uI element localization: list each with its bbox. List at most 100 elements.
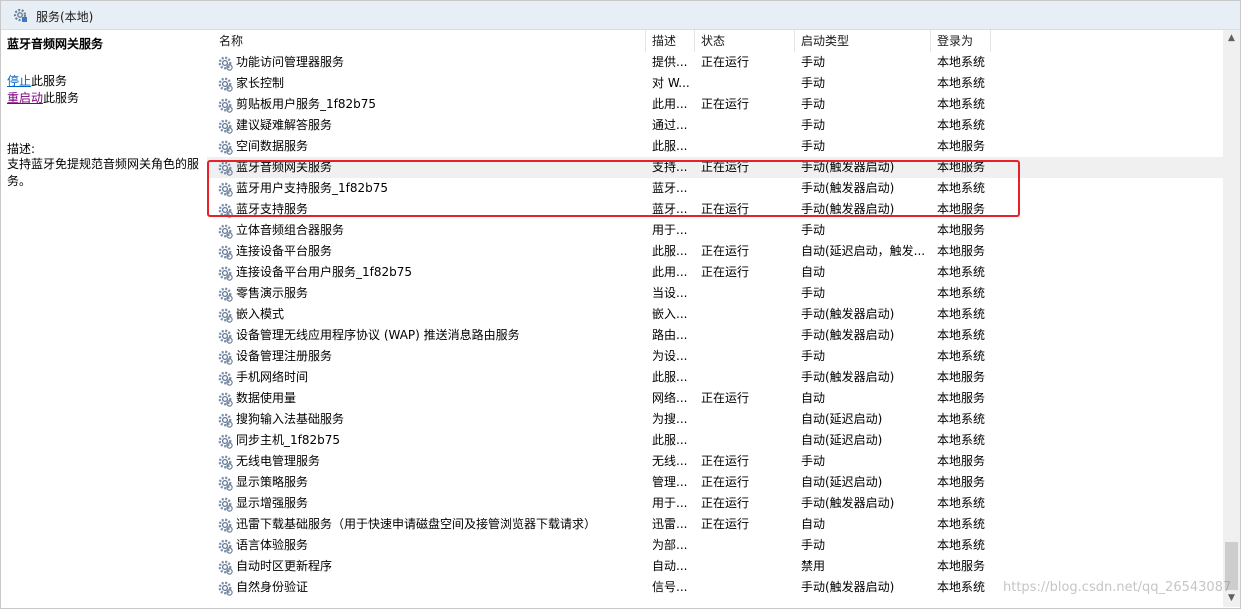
service-logon-as: 本地系统 [937, 517, 986, 531]
table-row[interactable]: 家长控制 对 W... 手动 本地系统 [207, 73, 1223, 94]
service-status: 正在运行 [701, 454, 750, 468]
service-status [701, 577, 793, 598]
service-logon-as: 本地系统 [937, 328, 986, 342]
service-description-cell: 迅雷... [652, 517, 688, 531]
stop-action: 停止此服务 [7, 72, 67, 89]
service-logon-as: 本地系统 [937, 412, 986, 426]
scroll-up-arrow-icon[interactable]: ▲ [1223, 30, 1240, 47]
column-header-logon-as[interactable]: 登录为 [931, 30, 991, 52]
service-logon-as: 本地系统 [937, 181, 986, 195]
table-row[interactable]: 连接设备平台服务 此服... 正在运行 自动(延迟启动，触发... 本地服务 [207, 241, 1223, 262]
table-row[interactable]: 嵌入模式 嵌入... 手动(触发器启动) 本地系统 [207, 304, 1223, 325]
table-row[interactable]: 手机网络时间 此服... 手动(触发器启动) 本地服务 [207, 367, 1223, 388]
service-gear-icon [217, 475, 233, 491]
service-gear-icon [217, 433, 233, 449]
service-description-cell: 支持... [652, 160, 688, 174]
service-status [701, 430, 793, 451]
service-status: 正在运行 [701, 475, 750, 489]
service-logon-as: 本地系统 [937, 97, 986, 111]
service-name: 自动时区更新程序 [236, 559, 333, 573]
service-logon-as: 本地系统 [937, 580, 986, 594]
service-gear-icon [217, 160, 233, 176]
service-startup-type: 手动(触发器启动) [801, 580, 895, 594]
service-status: 正在运行 [701, 244, 750, 258]
service-startup-type: 手动 [801, 349, 826, 363]
service-status: 正在运行 [701, 391, 750, 405]
selected-service-name: 蓝牙音频网关服务 [7, 37, 104, 51]
table-row[interactable]: 语言体验服务 为部... 手动 本地系统 [207, 535, 1223, 556]
service-description-cell: 用于... [652, 223, 688, 237]
table-row[interactable]: 数据使用量 网络... 正在运行 自动 本地服务 [207, 388, 1223, 409]
service-status: 正在运行 [701, 97, 750, 111]
table-row[interactable]: 空间数据服务 此服... 手动 本地服务 [207, 136, 1223, 157]
service-logon-as: 本地服务 [937, 454, 986, 468]
service-startup-type: 自动(延迟启动) [801, 475, 883, 489]
column-header-description[interactable]: 描述 [646, 30, 695, 52]
table-row[interactable]: 功能访问管理器服务 提供... 正在运行 手动 本地系统 [207, 52, 1223, 73]
service-startup-type: 手动 [801, 55, 826, 69]
service-name: 蓝牙音频网关服务 [236, 160, 333, 174]
services-list[interactable]: 名称 ^ 描述 状态 启动类型 登录为 功能访问管理器服务 提供... 正在运行 手动… [207, 30, 1223, 607]
table-row[interactable]: 连接设备平台用户服务_1f82b75 此用... 正在运行 自动 本地系统 [207, 262, 1223, 283]
service-description-cell: 管理... [652, 475, 688, 489]
service-status: 正在运行 [701, 55, 750, 69]
service-name: 空间数据服务 [236, 139, 309, 153]
column-header-startup-type[interactable]: 启动类型 [795, 30, 931, 52]
service-gear-icon [217, 538, 233, 554]
table-row[interactable]: 无线电管理服务 无线... 正在运行 手动 本地服务 [207, 451, 1223, 472]
service-logon-as: 本地系统 [937, 55, 986, 69]
service-status [701, 136, 793, 157]
service-startup-type: 手动 [801, 286, 826, 300]
service-gear-icon [217, 517, 233, 533]
service-name: 蓝牙支持服务 [236, 202, 309, 216]
table-row[interactable]: 蓝牙音频网关服务 支持... 正在运行 手动(触发器启动) 本地服务 [207, 157, 1223, 178]
table-row[interactable]: 立体音频组合器服务 用于... 手动 本地服务 [207, 220, 1223, 241]
column-header-description-label: 描述 [652, 34, 677, 48]
table-row[interactable]: 设备管理无线应用程序协议 (WAP) 推送消息路由服务 路由... 手动(触发器启动… [207, 325, 1223, 346]
service-status: 正在运行 [701, 265, 750, 279]
service-logon-as: 本地服务 [937, 475, 986, 489]
table-row[interactable]: 建议疑难解答服务 通过... 手动 本地系统 [207, 115, 1223, 136]
table-row[interactable]: 蓝牙支持服务 蓝牙... 正在运行 手动(触发器启动) 本地服务 [207, 199, 1223, 220]
service-gear-icon [217, 496, 233, 512]
service-logon-as: 本地服务 [937, 391, 986, 405]
service-name: 嵌入模式 [236, 307, 285, 321]
restart-service-link[interactable]: 重启动 [7, 91, 43, 105]
service-gear-icon [217, 139, 233, 155]
service-startup-type: 自动(延迟启动) [801, 433, 883, 447]
table-row[interactable]: 显示策略服务 管理... 正在运行 自动(延迟启动) 本地服务 [207, 472, 1223, 493]
table-row[interactable]: 搜狗输入法基础服务 为搜... 自动(延迟启动) 本地系统 [207, 409, 1223, 430]
table-row[interactable]: 蓝牙用户支持服务_1f82b75 蓝牙... 手动(触发器启动) 本地系统 [207, 178, 1223, 199]
service-gear-icon [217, 55, 233, 71]
restart-suffix: 此服务 [43, 91, 80, 105]
service-name: 搜狗输入法基础服务 [236, 412, 345, 426]
service-startup-type: 手动 [801, 139, 826, 153]
sort-ascending-icon: ^ [425, 30, 435, 37]
column-header-logon-label: 登录为 [937, 34, 974, 48]
stop-service-link[interactable]: 停止 [7, 74, 31, 88]
service-startup-type: 手动(触发器启动) [801, 181, 895, 195]
service-gear-icon [217, 202, 233, 218]
watermark: https://blog.csdn.net/qq_26543087 [1003, 580, 1232, 595]
table-row[interactable]: 同步主机_1f82b75 此服... 自动(延迟启动) 本地系统 [207, 430, 1223, 451]
table-row[interactable]: 迅雷下载基础服务（用于快速申请磁盘空间及接管浏览器下载请求） 迅雷... 正在运行 自… [207, 514, 1223, 535]
vertical-scrollbar[interactable]: ▲ ▼ [1223, 30, 1240, 607]
column-header-status[interactable]: 状态 [695, 30, 795, 52]
table-row[interactable]: 设备管理注册服务 为设... 手动 本地系统 [207, 346, 1223, 367]
table-row[interactable]: 自动时区更新程序 自动... 禁用 本地服务 [207, 556, 1223, 577]
service-status [701, 367, 793, 388]
service-logon-as: 本地服务 [937, 202, 986, 216]
restart-action: 重启动此服务 [7, 89, 79, 106]
service-logon-as: 本地服务 [937, 370, 986, 384]
table-row[interactable]: 零售演示服务 当设... 手动 本地系统 [207, 283, 1223, 304]
table-row[interactable]: 显示增强服务 用于... 正在运行 手动(触发器启动) 本地系统 [207, 493, 1223, 514]
service-name: 蓝牙用户支持服务_1f82b75 [236, 181, 389, 195]
service-name: 设备管理无线应用程序协议 (WAP) 推送消息路由服务 [236, 328, 520, 342]
service-logon-as: 本地服务 [937, 244, 986, 258]
service-description-cell: 网络... [652, 391, 688, 405]
table-row[interactable]: 剪贴板用户服务_1f82b75 此用... 正在运行 手动 本地系统 [207, 94, 1223, 115]
column-header-name-label: 名称 [219, 34, 244, 48]
service-logon-as: 本地系统 [937, 307, 986, 321]
service-description-cell: 蓝牙... [652, 202, 688, 216]
service-name: 自然身份验证 [236, 580, 309, 594]
